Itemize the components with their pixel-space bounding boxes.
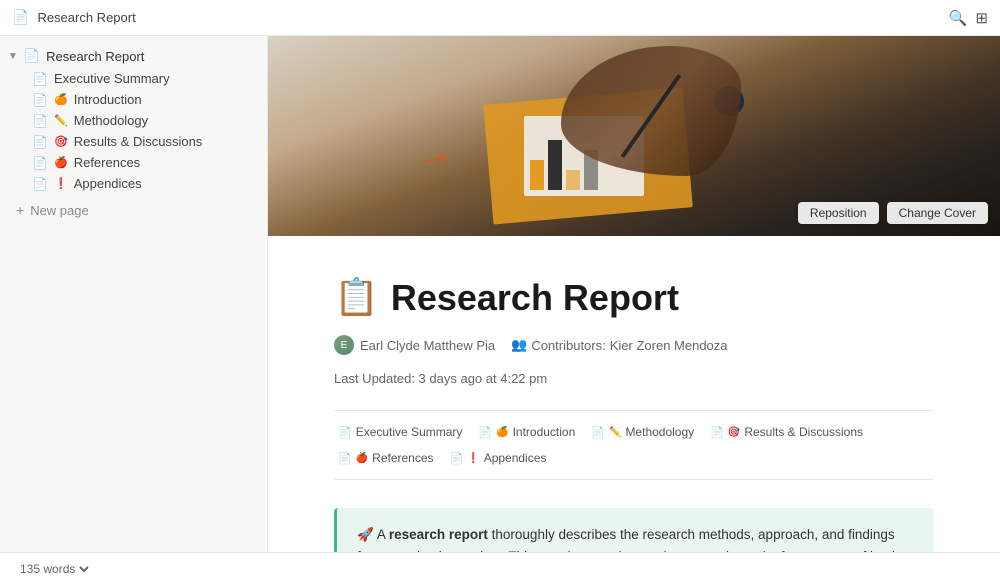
- subpage-label-1: Introduction: [513, 425, 576, 439]
- sidebar-icon-results: 📄: [32, 135, 48, 149]
- cover-buttons: Reposition Change Cover: [798, 202, 988, 224]
- last-updated: Last Updated: 3 days ago at 4:22 pm: [334, 371, 547, 386]
- sidebar-icon-introduction: 📄: [32, 93, 48, 107]
- sidebar-root-label: Research Report: [46, 49, 255, 64]
- callout-green-text-before: A: [377, 527, 389, 542]
- sidebar-item-appendices[interactable]: 📄 ❗ Appendices: [4, 173, 263, 194]
- main-layout: ▼ 📄 Research Report 📄 Executive Summary …: [0, 36, 1000, 552]
- sidebar-root-icon: 📄: [24, 48, 40, 64]
- meta-row: E Earl Clyde Matthew Pia 👥 Contributors:…: [334, 335, 934, 386]
- layout-icon[interactable]: ⊞: [975, 9, 988, 27]
- subpage-label-4: References: [372, 451, 433, 465]
- sidebar-icon-appendices: 📄: [32, 177, 48, 191]
- sidebar-root-item[interactable]: ▼ 📄 Research Report: [0, 44, 267, 68]
- sidebar-chevron: ▼: [8, 51, 18, 62]
- cover-image: → Reposition Change Cover: [268, 36, 1000, 236]
- contributors-names: Kier Zoren Mendoza: [610, 338, 728, 353]
- new-page-button[interactable]: + New page: [0, 198, 267, 222]
- topbar-icon: 📄: [12, 9, 29, 26]
- subpage-appendices[interactable]: 📄 ❗ Appendices: [446, 449, 551, 467]
- subpage-icon-0: 📄: [338, 426, 352, 439]
- page-body: 📋 Research Report E Earl Clyde Matthew P…: [274, 236, 994, 552]
- plus-icon: +: [16, 202, 24, 218]
- change-cover-button[interactable]: Change Cover: [887, 202, 988, 224]
- page-title-area: 📋 Research Report: [334, 276, 934, 319]
- topbar-breadcrumb: 📄 Research Report: [12, 9, 136, 26]
- sidebar-item-references[interactable]: 📄 🍎 References: [4, 152, 263, 173]
- sidebar-label-methodology: Methodology: [74, 113, 251, 128]
- subpage-label-5: Appendices: [484, 451, 547, 465]
- topbar-actions: 🔍 ⊞: [949, 9, 988, 27]
- subpage-executive-summary[interactable]: 📄 Executive Summary: [334, 423, 466, 441]
- search-icon[interactable]: 🔍: [949, 9, 968, 27]
- bottombar: 135 words: [0, 552, 1000, 584]
- author-area: E Earl Clyde Matthew Pia: [334, 335, 495, 355]
- sidebar-icon-references: 📄: [32, 156, 48, 170]
- subpages-list: 📄 Executive Summary 📄 🍊 Introduction 📄 ✏…: [334, 410, 934, 480]
- contributors-icon: 👥: [511, 337, 527, 353]
- subpage-label-3: Results & Discussions: [744, 425, 863, 439]
- topbar: 📄 Research Report 🔍 ⊞: [0, 0, 1000, 36]
- subpage-icon-2: 📄: [591, 426, 605, 439]
- contributors-area: 👥 Contributors: Kier Zoren Mendoza: [511, 337, 727, 353]
- subpage-icon-1: 📄: [478, 426, 492, 439]
- callout-green: 🚀 A research report thoroughly describes…: [334, 508, 934, 552]
- topbar-title: Research Report: [37, 10, 135, 25]
- subpage-introduction[interactable]: 📄 🍊 Introduction: [474, 423, 579, 441]
- subpage-references[interactable]: 📄 🍎 References: [334, 449, 438, 467]
- new-page-label: New page: [30, 203, 89, 218]
- subpage-results[interactable]: 📄 🎯 Results & Discussions: [706, 423, 867, 441]
- page-icon: 📋: [334, 276, 379, 318]
- sidebar: ▼ 📄 Research Report 📄 Executive Summary …: [0, 36, 268, 552]
- callout-green-icon: 🚀: [357, 527, 374, 542]
- subpage-methodology[interactable]: 📄 ✏️ Methodology: [587, 423, 698, 441]
- content-area: → Reposition Change Cover 📋 Research Rep…: [268, 36, 1000, 552]
- subpage-icon-4: 📄: [338, 452, 352, 465]
- word-count-select[interactable]: 135 words: [16, 561, 92, 577]
- sidebar-label-references: References: [74, 155, 251, 170]
- sidebar-item-introduction[interactable]: 📄 🍊 Introduction: [4, 89, 263, 110]
- sidebar-icon-executive: 📄: [32, 72, 48, 86]
- author-name: Earl Clyde Matthew Pia: [360, 338, 495, 353]
- callout-green-bold: research report: [389, 527, 488, 542]
- sidebar-item-methodology[interactable]: 📄 ✏️ Methodology: [4, 110, 263, 131]
- subpage-label-2: Methodology: [625, 425, 694, 439]
- sidebar-item-executive-summary[interactable]: 📄 Executive Summary: [4, 68, 263, 89]
- sidebar-icon-methodology: 📄: [32, 114, 48, 128]
- page-title: Research Report: [391, 276, 679, 319]
- sidebar-label-appendices: Appendices: [74, 176, 251, 191]
- sidebar-label-results: Results & Discussions: [74, 134, 251, 149]
- author-avatar: E: [334, 335, 354, 355]
- subpage-icon-3: 📄: [710, 426, 724, 439]
- subpage-icon-5: 📄: [450, 452, 464, 465]
- sidebar-label-executive: Executive Summary: [54, 71, 251, 86]
- sidebar-item-results[interactable]: 📄 🎯 Results & Discussions: [4, 131, 263, 152]
- subpage-label-0: Executive Summary: [356, 425, 463, 439]
- reposition-button[interactable]: Reposition: [798, 202, 879, 224]
- sidebar-label-introduction: Introduction: [74, 92, 251, 107]
- contributors-label: Contributors:: [531, 338, 605, 353]
